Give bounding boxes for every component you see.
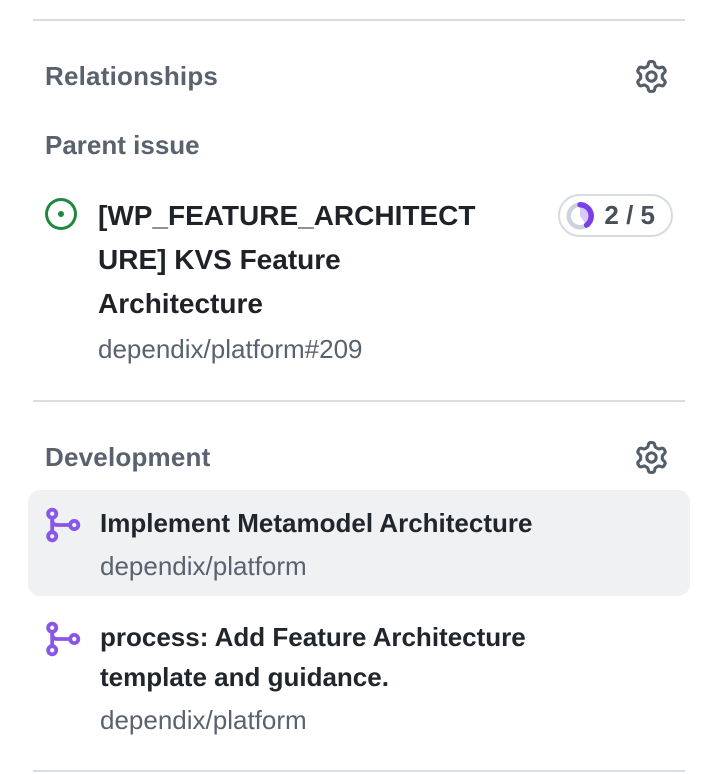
parent-issue-repo-ref: dependix/platform#209 [98, 332, 493, 366]
parent-issue-item[interactable]: [WP_FEATURE_ARCHITECTURE] KVS Feature Ar… [33, 194, 685, 366]
dev-item-title[interactable]: Implement Metamodel Architecture [100, 503, 532, 543]
section-divider [33, 770, 685, 772]
section-divider [33, 400, 685, 402]
development-list: Implement Metamodel Architecture dependi… [33, 490, 685, 756]
development-heading: Development [45, 442, 210, 473]
dev-item-repo: dependix/platform [100, 549, 532, 583]
parent-issue-label: Parent issue [33, 130, 685, 161]
dev-item-process-template[interactable]: process: Add Feature Architecture templa… [28, 604, 690, 750]
parent-issue-text: [WP_FEATURE_ARCHITECTURE] KVS Feature Ar… [98, 194, 493, 366]
development-settings-button[interactable] [634, 440, 668, 474]
progress-count: 2 / 5 [604, 200, 655, 231]
git-branch-icon [45, 506, 81, 544]
dev-item-text: Implement Metamodel Architecture dependi… [100, 503, 532, 583]
gear-icon [635, 60, 668, 93]
dev-item-text: process: Add Feature Architecture templa… [100, 617, 590, 737]
relationships-header: Relationships [33, 59, 685, 93]
relationships-settings-button[interactable] [634, 59, 668, 93]
relationships-section: Relationships Parent issue [WP_FEATURE_A… [33, 59, 685, 366]
development-section: Development [33, 440, 685, 756]
relationships-heading: Relationships [45, 61, 218, 92]
sub-issues-progress-badge: 2 / 5 [558, 194, 673, 237]
dev-item-implement-metamodel[interactable]: Implement Metamodel Architecture dependi… [28, 490, 690, 596]
dev-item-repo: dependix/platform [100, 703, 590, 737]
git-branch-icon [45, 620, 81, 658]
parent-issue-title[interactable]: [WP_FEATURE_ARCHITECTURE] KVS Feature Ar… [98, 194, 493, 326]
development-header: Development [33, 440, 685, 474]
dev-item-title[interactable]: process: Add Feature Architecture templa… [100, 617, 590, 697]
gear-icon [635, 441, 668, 474]
section-divider [33, 19, 685, 21]
progress-pie-icon [565, 201, 595, 231]
issue-sidebar: Relationships Parent issue [WP_FEATURE_A… [0, 19, 718, 774]
issue-open-icon [45, 198, 77, 230]
